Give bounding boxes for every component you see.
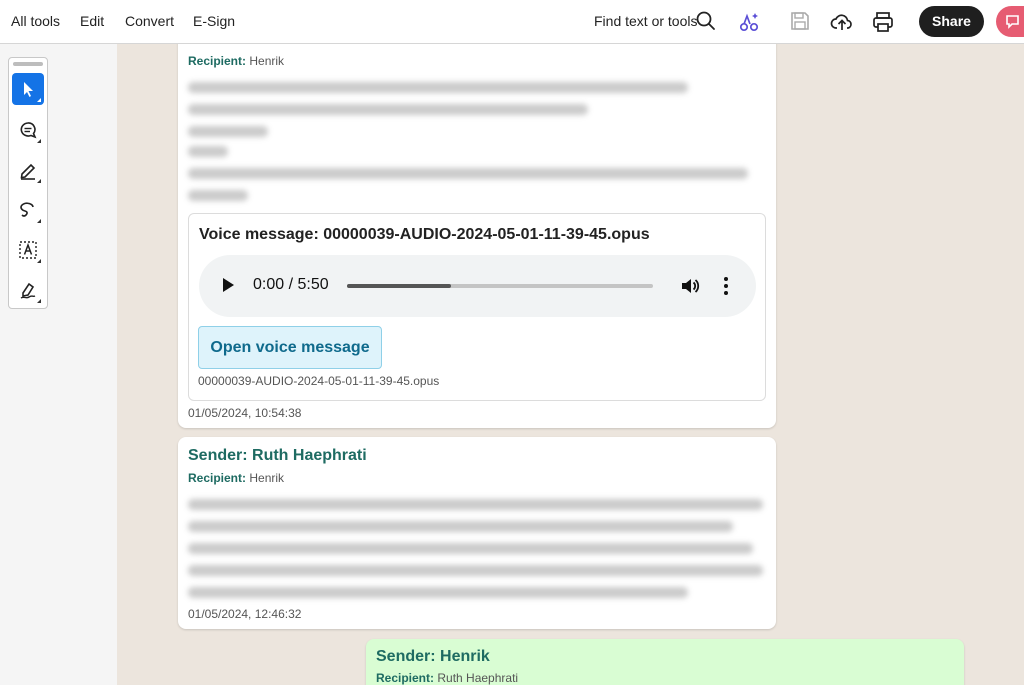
redacted-text bbox=[188, 521, 733, 532]
message-card-outgoing: Sender: Henrik Recipient: Ruth Haephrati bbox=[366, 639, 964, 685]
audio-player: 0:00 / 5:50 bbox=[199, 255, 756, 317]
lasso-tool[interactable] bbox=[12, 194, 44, 226]
recipient-line: Recipient: Henrik bbox=[188, 54, 284, 68]
redacted-text bbox=[188, 82, 688, 93]
redacted-text bbox=[188, 587, 688, 598]
recipient-name: Ruth Haephrati bbox=[437, 671, 519, 685]
message-card: Recipient: Henrik Voice message: 0000003… bbox=[178, 30, 776, 428]
open-voice-message-button[interactable]: Open voice message bbox=[198, 326, 382, 369]
voice-message-box: Voice message: 00000039-AUDIO-2024-05-01… bbox=[188, 213, 766, 401]
volume-icon[interactable] bbox=[680, 276, 700, 301]
find-text-or-tools[interactable]: Find text or tools bbox=[594, 13, 698, 29]
redacted-text bbox=[188, 565, 763, 576]
recipient-line: Recipient: Ruth Haephrati bbox=[376, 671, 518, 685]
menu-convert[interactable]: Convert bbox=[125, 13, 174, 29]
menu-e-sign[interactable]: E-Sign bbox=[193, 13, 235, 29]
recipient-name: Henrik bbox=[249, 471, 285, 485]
signature-pen-icon bbox=[20, 282, 36, 299]
ai-assistant-icon[interactable] bbox=[738, 10, 762, 34]
cursor-arrow-icon bbox=[24, 82, 33, 97]
recipient-label: Recipient: bbox=[376, 671, 435, 685]
redacted-text bbox=[188, 126, 268, 137]
redacted-text bbox=[188, 499, 763, 510]
tool-rail bbox=[8, 57, 48, 309]
tool-rail-grip[interactable] bbox=[13, 62, 43, 66]
share-button[interactable]: Share bbox=[919, 6, 984, 37]
lasso-icon bbox=[20, 202, 34, 217]
redacted-text bbox=[188, 168, 748, 179]
text-select-tool[interactable] bbox=[12, 234, 44, 266]
upload-icon[interactable] bbox=[830, 10, 854, 34]
voice-message-title: Voice message: 00000039-AUDIO-2024-05-01… bbox=[199, 226, 650, 243]
comment-tool[interactable] bbox=[12, 114, 44, 146]
message-timestamp: 01/05/2024, 10:54:38 bbox=[188, 406, 302, 420]
message-card: Sender: Ruth Haephrati Recipient: Henrik… bbox=[178, 437, 776, 629]
recipient-line: Recipient: Henrik bbox=[188, 471, 284, 485]
text-box-icon bbox=[19, 241, 37, 259]
play-icon[interactable] bbox=[223, 278, 234, 292]
print-icon[interactable] bbox=[871, 10, 895, 34]
menu-edit[interactable]: Edit bbox=[80, 13, 104, 29]
comment-icon bbox=[20, 122, 37, 139]
redacted-text bbox=[188, 146, 228, 157]
pen-icon bbox=[20, 163, 36, 180]
redacted-text bbox=[188, 543, 753, 554]
audio-time: 0:00 / 5:50 bbox=[253, 276, 329, 293]
menu-all-tools[interactable]: All tools bbox=[11, 13, 60, 29]
more-options-icon[interactable] bbox=[723, 276, 729, 301]
recipient-label: Recipient: bbox=[188, 471, 247, 485]
recipient-name: Henrik bbox=[249, 54, 285, 68]
sender-line: Sender: Henrik bbox=[376, 648, 490, 665]
highlight-tool[interactable] bbox=[12, 154, 44, 186]
redacted-text bbox=[188, 190, 248, 201]
save-icon[interactable] bbox=[789, 10, 813, 34]
search-icon[interactable] bbox=[695, 10, 719, 34]
sign-tool[interactable] bbox=[12, 274, 44, 306]
voice-file-name: 00000039-AUDIO-2024-05-01-11-39-45.opus bbox=[198, 374, 440, 388]
top-toolbar: All tools Edit Convert E-Sign Find text … bbox=[0, 0, 1024, 44]
ai-chat-icon[interactable] bbox=[996, 6, 1024, 37]
sender-line: Sender: Ruth Haephrati bbox=[188, 447, 367, 464]
select-tool[interactable] bbox=[12, 73, 44, 105]
audio-progress bbox=[347, 284, 452, 288]
message-timestamp: 01/05/2024, 12:46:32 bbox=[188, 607, 302, 621]
redacted-text bbox=[188, 104, 588, 115]
recipient-label: Recipient: bbox=[188, 54, 247, 68]
audio-seek-bar[interactable] bbox=[347, 284, 653, 288]
